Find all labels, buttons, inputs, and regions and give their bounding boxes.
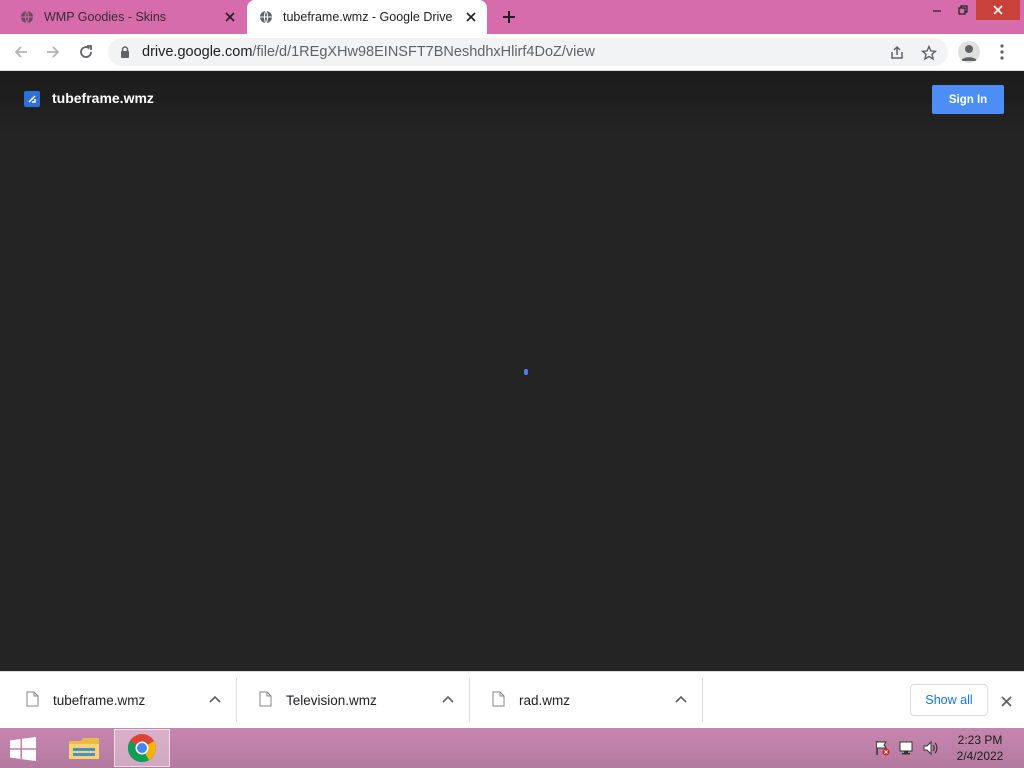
close-window-button[interactable] xyxy=(976,0,1020,20)
star-icon[interactable] xyxy=(920,44,938,62)
download-filename: Television.wmz xyxy=(286,693,377,708)
person-icon xyxy=(961,45,977,61)
file-type-icon xyxy=(24,91,40,107)
volume-icon[interactable] xyxy=(922,740,938,756)
tab-title: WMP Goodies - Skins xyxy=(44,10,167,24)
network-icon[interactable] xyxy=(898,740,914,756)
browser-toolbar: drive.google.com/file/d/1REgXHw98EINSFT7… xyxy=(0,34,1024,71)
tab-title: tubeframe.wmz - Google Drive xyxy=(283,10,453,24)
arrow-left-icon xyxy=(14,46,27,58)
download-filename: rad.wmz xyxy=(519,693,571,708)
close-icon xyxy=(1000,695,1012,707)
globe-icon xyxy=(20,10,34,24)
forward-button[interactable] xyxy=(40,39,66,65)
download-shelf: tubeframe.wmz Television.wmz rad.wmz Sho… xyxy=(0,671,1024,728)
file-explorer-icon xyxy=(69,738,99,759)
loading-spinner-icon xyxy=(524,369,528,375)
arrow-right-icon xyxy=(47,46,60,58)
file-title: tubeframe.wmz xyxy=(52,90,154,106)
file-icon xyxy=(26,691,39,707)
file-icon xyxy=(492,691,505,707)
address-bar[interactable]: drive.google.com/file/d/1REgXHw98EINSFT7… xyxy=(108,38,948,66)
new-tab-button[interactable] xyxy=(497,5,521,29)
url-path: /file/d/1REgXHw98EINSFT7BNeshdhxHlirf4Do… xyxy=(252,44,595,60)
clock-date: 2/4/2022 xyxy=(956,749,1004,763)
file-explorer-button[interactable] xyxy=(56,729,112,767)
file-icon xyxy=(259,691,272,707)
clock-time: 2:23 PM xyxy=(957,733,1003,747)
taskbar: 2:23 PM 2/4/2022 xyxy=(0,728,1024,768)
menu-button[interactable] xyxy=(994,42,1010,62)
show-all-button[interactable]: Show all xyxy=(910,684,988,716)
restore-icon xyxy=(958,5,968,15)
download-filename: tubeframe.wmz xyxy=(53,693,146,708)
chevron-up-icon[interactable] xyxy=(208,692,222,706)
share-icon[interactable] xyxy=(888,44,906,62)
system-clock[interactable]: 2:23 PM 2/4/2022 xyxy=(948,732,1012,764)
chevron-up-icon[interactable] xyxy=(441,692,455,706)
sign-in-button[interactable]: Sign In xyxy=(932,85,1004,114)
close-shelf-button[interactable] xyxy=(996,691,1016,711)
close-tab-icon[interactable] xyxy=(459,5,483,29)
download-item[interactable]: Television.wmz xyxy=(237,678,470,722)
back-button[interactable] xyxy=(8,39,34,65)
profile-avatar[interactable] xyxy=(958,41,980,63)
globe-icon xyxy=(259,10,273,24)
reload-button[interactable] xyxy=(73,39,99,65)
start-button[interactable] xyxy=(8,736,38,762)
minimize-icon xyxy=(933,10,941,12)
action-center-flag-icon[interactable] xyxy=(874,740,890,756)
chevron-up-icon[interactable] xyxy=(674,692,688,706)
lock-icon xyxy=(118,45,132,59)
close-icon xyxy=(993,5,1003,15)
url-host: drive.google.com xyxy=(142,44,253,60)
chrome-icon xyxy=(127,734,156,763)
reload-icon xyxy=(80,45,92,58)
download-item[interactable]: tubeframe.wmz xyxy=(4,678,237,722)
tab-google-drive[interactable]: tubeframe.wmz - Google Drive xyxy=(247,0,487,34)
tab-wmp-goodies[interactable]: WMP Goodies - Skins xyxy=(8,0,246,34)
more-vert-icon xyxy=(1000,44,1004,60)
chrome-taskbar-button[interactable] xyxy=(114,729,170,767)
download-item[interactable]: rad.wmz xyxy=(470,678,703,722)
drive-file-viewer: tubeframe.wmz Sign In xyxy=(0,71,1024,671)
tab-strip: WMP Goodies - Skins tubeframe.wmz - Goog… xyxy=(0,0,1024,34)
restore-button[interactable] xyxy=(946,0,980,20)
windows-logo-icon xyxy=(10,737,36,761)
url-text: drive.google.com/file/d/1REgXHw98EINSFT7… xyxy=(142,44,595,60)
plus-icon xyxy=(503,11,515,23)
close-tab-icon[interactable] xyxy=(218,5,242,29)
